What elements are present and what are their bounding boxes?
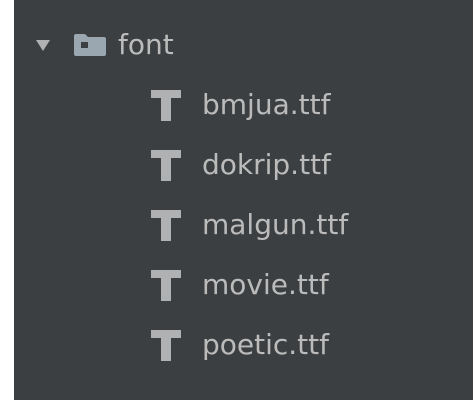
file-label: dokrip.ttf [202, 148, 331, 181]
file-label: malgun.ttf [202, 208, 349, 241]
tree-file-item[interactable]: malgun.ttf [150, 195, 348, 255]
file-label: bmjua.ttf [202, 88, 331, 121]
folder-icon [74, 34, 106, 56]
tree-folder-font[interactable]: font [14, 15, 174, 75]
tree-file-item[interactable]: bmjua.ttf [150, 75, 330, 135]
tree-file-item[interactable]: movie.ttf [150, 255, 329, 315]
file-label: movie.ttf [202, 268, 329, 301]
font-file-icon [151, 270, 181, 301]
tree-file-item[interactable]: dokrip.ttf [150, 135, 331, 195]
expand-arrow-icon[interactable] [36, 38, 50, 52]
file-label: poetic.ttf [202, 328, 329, 361]
font-file-icon [151, 150, 181, 181]
tree-file-item[interactable]: poetic.ttf [150, 315, 329, 375]
project-tree-panel: font bmjua.ttf dokrip.ttf malgun.ttf mov… [14, 0, 473, 400]
font-file-icon [151, 210, 181, 241]
font-file-icon [151, 90, 181, 121]
folder-label: font [118, 28, 174, 61]
font-file-icon [151, 330, 181, 361]
